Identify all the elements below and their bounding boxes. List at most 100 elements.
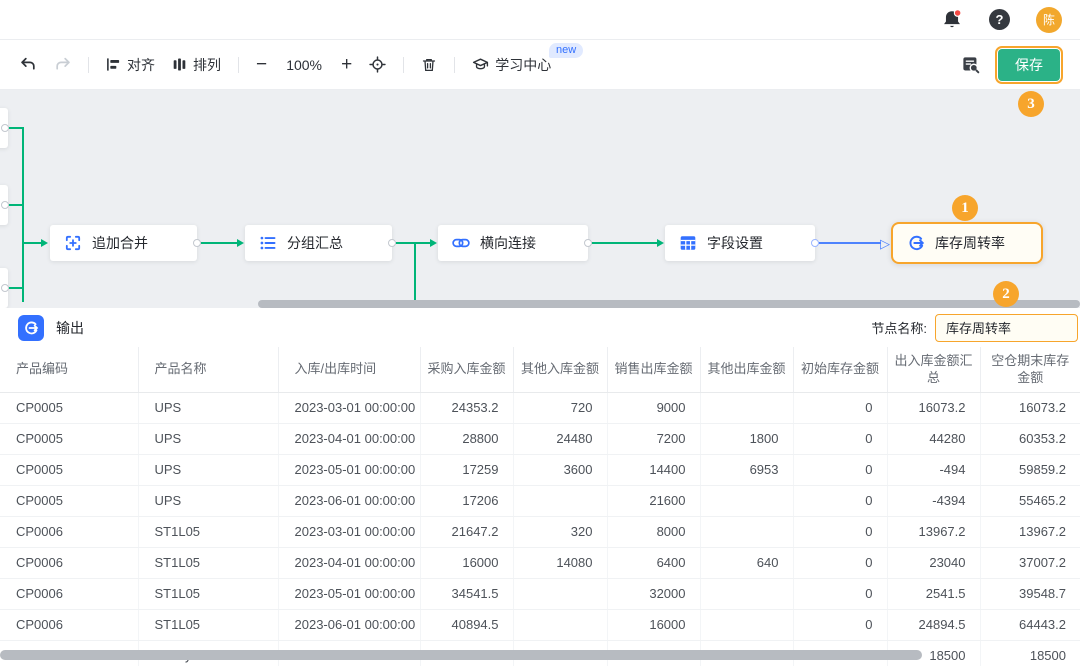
table-cell: CP0006: [0, 547, 138, 578]
canvas-horizontal-scrollbar[interactable]: [258, 300, 1080, 308]
locate-icon[interactable]: [369, 56, 386, 73]
graduation-cap-icon: [472, 56, 489, 73]
column-header: 入库/出库时间: [278, 347, 420, 392]
table-cell: CP0006: [0, 516, 138, 547]
flow-canvas[interactable]: ▷ 追加合并 分组汇总 横向连接: [0, 90, 1080, 308]
table-cell: 14080: [513, 547, 607, 578]
table-cell: 2023-03-01 00:00:00: [278, 392, 420, 423]
learning-center-button[interactable]: 学习中心 new: [472, 55, 551, 75]
table-cell: -494: [887, 454, 980, 485]
output-port[interactable]: [584, 239, 592, 247]
table-cell: 59859.2: [980, 454, 1080, 485]
output-label: 输出: [56, 318, 871, 338]
column-header: 销售出库金额: [607, 347, 700, 392]
field-settings-icon: [679, 234, 697, 252]
table-cell: 0: [793, 423, 887, 454]
undo-icon[interactable]: [20, 56, 37, 73]
table-cell: 16073.2: [980, 392, 1080, 423]
avatar[interactable]: 陈: [1036, 7, 1062, 33]
table-cell: 2023-04-01 00:00:00: [278, 547, 420, 578]
output-port[interactable]: [388, 239, 396, 247]
node-horizontal-join[interactable]: 横向连接: [438, 225, 588, 261]
arrowhead-icon: [41, 239, 48, 247]
table-cell: 2023-06-01 00:00:00: [278, 609, 420, 640]
output-table: 产品编码产品名称入库/出库时间采购入库金额其他入库金额销售出库金额其他出库金额初…: [0, 347, 1080, 666]
table-cell: 7200: [607, 423, 700, 454]
redo-icon[interactable]: [54, 56, 71, 73]
table-cell: CP0006: [0, 609, 138, 640]
save-button[interactable]: 保存: [998, 49, 1060, 81]
table-cell: 17206: [420, 485, 513, 516]
node-field-settings[interactable]: 字段设置: [665, 225, 815, 261]
node-group-summary[interactable]: 分组汇总: [245, 225, 392, 261]
table-row: CP0006ST1L052023-06-01 00:00:0040894.516…: [0, 609, 1080, 640]
table-cell: [513, 578, 607, 609]
output-icon: [18, 315, 44, 341]
table-cell: 2023-04-01 00:00:00: [278, 423, 420, 454]
data-preview-icon[interactable]: [961, 55, 980, 74]
app-window: ? 陈 对齐: [0, 0, 1080, 666]
table-cell: 21647.2: [420, 516, 513, 547]
table-cell: [513, 609, 607, 640]
column-header: 其他出库金额: [700, 347, 793, 392]
table-cell: 13967.2: [887, 516, 980, 547]
table-cell: [700, 609, 793, 640]
connector-line: [396, 242, 430, 244]
help-icon[interactable]: ?: [989, 9, 1010, 30]
new-badge: new: [549, 43, 583, 58]
column-header: 产品编码: [0, 347, 138, 392]
node-inventory-turnover[interactable]: 库存周转率: [891, 222, 1043, 264]
output-port[interactable]: [811, 239, 819, 247]
output-port[interactable]: [193, 239, 201, 247]
table-cell: 1800: [700, 423, 793, 454]
table-cell: 3600: [513, 454, 607, 485]
output-port[interactable]: [1, 284, 9, 292]
table-cell: 23040: [887, 547, 980, 578]
table-cell: 9000: [607, 392, 700, 423]
table-cell: 17259: [420, 454, 513, 485]
zoom-in-button[interactable]: +: [341, 55, 352, 74]
result-table-container: 产品编码产品名称入库/出库时间采购入库金额其他入库金额销售出库金额其他出库金额初…: [0, 347, 1080, 666]
table-row: CP0006ST1L052023-03-01 00:00:0021647.232…: [0, 516, 1080, 547]
annotation-badge-2: 2: [993, 281, 1019, 307]
table-row: CP0005UPS2023-06-01 00:00:0017206216000-…: [0, 485, 1080, 516]
table-row: CP0005UPS2023-03-01 00:00:0024353.272090…: [0, 392, 1080, 423]
annotation-badge-3: 3: [1018, 91, 1044, 117]
table-cell: 0: [793, 609, 887, 640]
table-cell: 2023-03-01 00:00:00: [278, 516, 420, 547]
output-port[interactable]: [1, 124, 9, 132]
arrange-button[interactable]: 排列: [172, 55, 221, 75]
table-cell: ST1L05: [138, 609, 278, 640]
delete-icon[interactable]: [421, 57, 437, 73]
column-header: 出入库金额汇总: [887, 347, 980, 392]
table-cell: 24480: [513, 423, 607, 454]
toolbar: 对齐 排列 − 100% +: [0, 40, 1080, 90]
zoom-out-button[interactable]: −: [256, 55, 267, 74]
table-horizontal-scrollbar[interactable]: [0, 650, 922, 660]
connector-line: [9, 287, 23, 289]
connector-trunk: [22, 127, 24, 302]
connector-line: [201, 242, 237, 244]
table-cell: 37007.2: [980, 547, 1080, 578]
table-cell: 0: [793, 578, 887, 609]
zoom-level: 100%: [284, 57, 324, 73]
table-cell: 320: [513, 516, 607, 547]
notification-bell-icon[interactable]: [941, 9, 963, 31]
table-cell: 21600: [607, 485, 700, 516]
toolbar-divider: [403, 57, 404, 73]
output-port[interactable]: [1, 201, 9, 209]
table-cell: CP0005: [0, 485, 138, 516]
node-name-input[interactable]: [935, 314, 1078, 342]
node-label: 追加合并: [92, 233, 148, 253]
table-cell: ST1L05: [138, 547, 278, 578]
table-cell: CP0006: [0, 578, 138, 609]
table-cell: UPS: [138, 485, 278, 516]
align-button[interactable]: 对齐: [106, 55, 155, 75]
table-cell: 24894.5: [887, 609, 980, 640]
table-cell: -4394: [887, 485, 980, 516]
table-cell: 64443.2: [980, 609, 1080, 640]
table-cell: 2023-06-01 00:00:00: [278, 485, 420, 516]
node-append-merge[interactable]: 追加合并: [50, 225, 197, 261]
table-cell: 16000: [420, 547, 513, 578]
append-merge-icon: [64, 234, 82, 252]
